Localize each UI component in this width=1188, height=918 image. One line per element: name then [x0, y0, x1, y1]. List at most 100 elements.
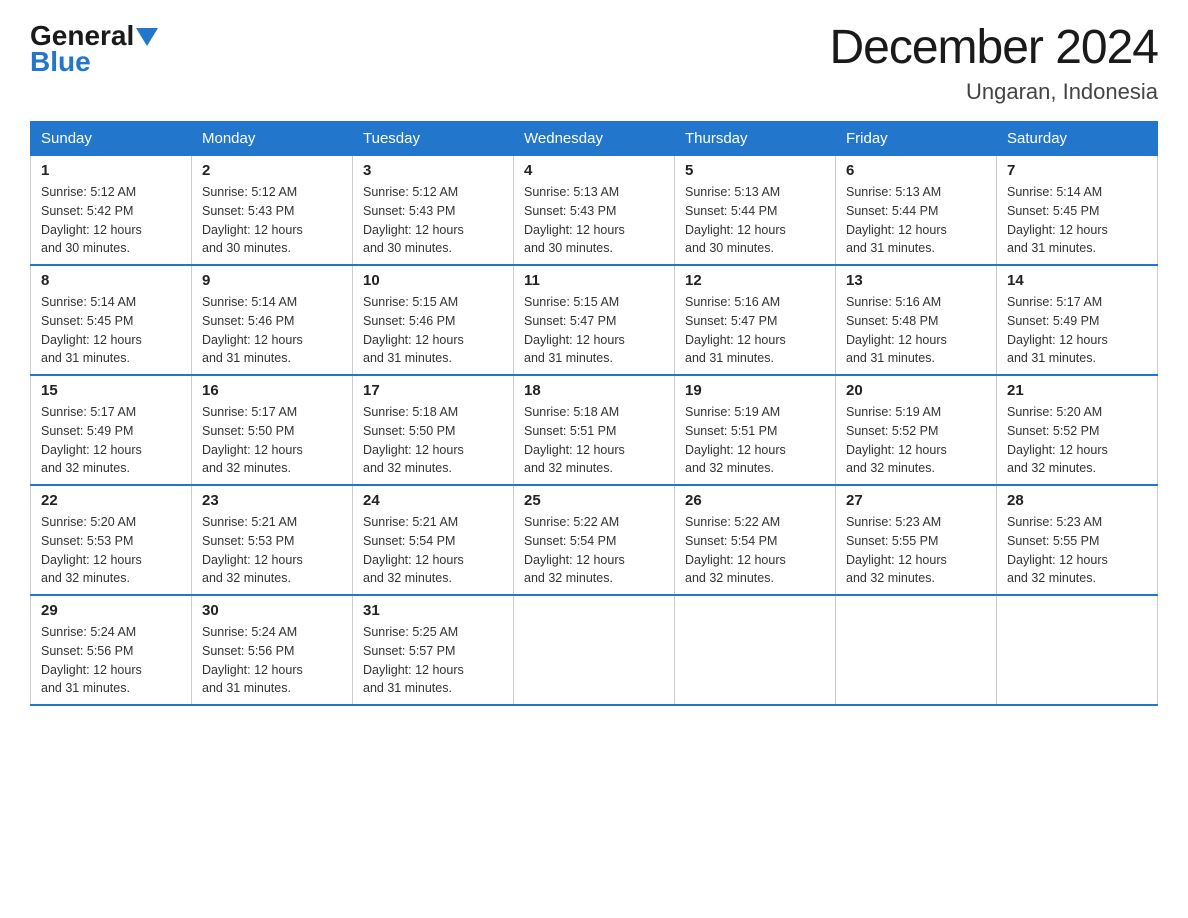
day-info: Sunrise: 5:15 AM Sunset: 5:47 PM Dayligh…	[524, 293, 664, 368]
day-number: 8	[41, 272, 181, 289]
calendar-cell: 3 Sunrise: 5:12 AM Sunset: 5:43 PM Dayli…	[353, 156, 514, 266]
header-row: Sunday Monday Tuesday Wednesday Thursday…	[31, 122, 1158, 156]
logo-arrow-icon	[136, 28, 158, 51]
day-info: Sunrise: 5:12 AM Sunset: 5:43 PM Dayligh…	[202, 183, 342, 258]
calendar-cell: 14 Sunrise: 5:17 AM Sunset: 5:49 PM Dayl…	[997, 265, 1158, 375]
calendar-cell	[675, 595, 836, 705]
calendar-cell: 12 Sunrise: 5:16 AM Sunset: 5:47 PM Dayl…	[675, 265, 836, 375]
day-info: Sunrise: 5:19 AM Sunset: 5:51 PM Dayligh…	[685, 403, 825, 478]
calendar-cell	[997, 595, 1158, 705]
day-number: 7	[1007, 162, 1147, 179]
day-number: 13	[846, 272, 986, 289]
calendar-cell: 6 Sunrise: 5:13 AM Sunset: 5:44 PM Dayli…	[836, 156, 997, 266]
day-info: Sunrise: 5:20 AM Sunset: 5:53 PM Dayligh…	[41, 513, 181, 588]
day-number: 10	[363, 272, 503, 289]
day-info: Sunrise: 5:14 AM Sunset: 5:46 PM Dayligh…	[202, 293, 342, 368]
calendar-table: Sunday Monday Tuesday Wednesday Thursday…	[30, 121, 1158, 706]
calendar-cell: 10 Sunrise: 5:15 AM Sunset: 5:46 PM Dayl…	[353, 265, 514, 375]
day-info: Sunrise: 5:22 AM Sunset: 5:54 PM Dayligh…	[524, 513, 664, 588]
day-number: 28	[1007, 492, 1147, 509]
day-number: 22	[41, 492, 181, 509]
day-number: 17	[363, 382, 503, 399]
calendar-cell: 5 Sunrise: 5:13 AM Sunset: 5:44 PM Dayli…	[675, 156, 836, 266]
col-monday: Monday	[192, 122, 353, 156]
day-info: Sunrise: 5:12 AM Sunset: 5:43 PM Dayligh…	[363, 183, 503, 258]
day-number: 31	[363, 602, 503, 619]
day-info: Sunrise: 5:16 AM Sunset: 5:47 PM Dayligh…	[685, 293, 825, 368]
day-number: 1	[41, 162, 181, 179]
calendar-cell: 15 Sunrise: 5:17 AM Sunset: 5:49 PM Dayl…	[31, 375, 192, 485]
day-number: 3	[363, 162, 503, 179]
day-info: Sunrise: 5:24 AM Sunset: 5:56 PM Dayligh…	[202, 623, 342, 698]
calendar-cell: 23 Sunrise: 5:21 AM Sunset: 5:53 PM Dayl…	[192, 485, 353, 595]
day-number: 4	[524, 162, 664, 179]
col-wednesday: Wednesday	[514, 122, 675, 156]
day-info: Sunrise: 5:12 AM Sunset: 5:42 PM Dayligh…	[41, 183, 181, 258]
calendar-cell: 29 Sunrise: 5:24 AM Sunset: 5:56 PM Dayl…	[31, 595, 192, 705]
day-number: 20	[846, 382, 986, 399]
day-number: 24	[363, 492, 503, 509]
day-info: Sunrise: 5:21 AM Sunset: 5:53 PM Dayligh…	[202, 513, 342, 588]
calendar-week-row: 15 Sunrise: 5:17 AM Sunset: 5:49 PM Dayl…	[31, 375, 1158, 485]
day-info: Sunrise: 5:14 AM Sunset: 5:45 PM Dayligh…	[1007, 183, 1147, 258]
day-info: Sunrise: 5:25 AM Sunset: 5:57 PM Dayligh…	[363, 623, 503, 698]
calendar-header: Sunday Monday Tuesday Wednesday Thursday…	[31, 122, 1158, 156]
calendar-cell: 20 Sunrise: 5:19 AM Sunset: 5:52 PM Dayl…	[836, 375, 997, 485]
calendar-cell: 9 Sunrise: 5:14 AM Sunset: 5:46 PM Dayli…	[192, 265, 353, 375]
logo-blue-text: Blue	[30, 46, 91, 78]
calendar-cell: 27 Sunrise: 5:23 AM Sunset: 5:55 PM Dayl…	[836, 485, 997, 595]
day-info: Sunrise: 5:20 AM Sunset: 5:52 PM Dayligh…	[1007, 403, 1147, 478]
calendar-cell: 16 Sunrise: 5:17 AM Sunset: 5:50 PM Dayl…	[192, 375, 353, 485]
day-info: Sunrise: 5:17 AM Sunset: 5:50 PM Dayligh…	[202, 403, 342, 478]
day-info: Sunrise: 5:13 AM Sunset: 5:44 PM Dayligh…	[846, 183, 986, 258]
col-saturday: Saturday	[997, 122, 1158, 156]
calendar-cell: 1 Sunrise: 5:12 AM Sunset: 5:42 PM Dayli…	[31, 156, 192, 266]
col-tuesday: Tuesday	[353, 122, 514, 156]
day-number: 5	[685, 162, 825, 179]
day-info: Sunrise: 5:14 AM Sunset: 5:45 PM Dayligh…	[41, 293, 181, 368]
day-number: 16	[202, 382, 342, 399]
calendar-body: 1 Sunrise: 5:12 AM Sunset: 5:42 PM Dayli…	[31, 156, 1158, 706]
location-subtitle: Ungaran, Indonesia	[829, 79, 1158, 105]
day-number: 18	[524, 382, 664, 399]
day-info: Sunrise: 5:19 AM Sunset: 5:52 PM Dayligh…	[846, 403, 986, 478]
day-info: Sunrise: 5:24 AM Sunset: 5:56 PM Dayligh…	[41, 623, 181, 698]
col-friday: Friday	[836, 122, 997, 156]
calendar-cell: 2 Sunrise: 5:12 AM Sunset: 5:43 PM Dayli…	[192, 156, 353, 266]
day-info: Sunrise: 5:22 AM Sunset: 5:54 PM Dayligh…	[685, 513, 825, 588]
calendar-cell: 11 Sunrise: 5:15 AM Sunset: 5:47 PM Dayl…	[514, 265, 675, 375]
calendar-cell: 26 Sunrise: 5:22 AM Sunset: 5:54 PM Dayl…	[675, 485, 836, 595]
day-number: 30	[202, 602, 342, 619]
day-number: 25	[524, 492, 664, 509]
day-number: 29	[41, 602, 181, 619]
day-number: 19	[685, 382, 825, 399]
calendar-cell: 25 Sunrise: 5:22 AM Sunset: 5:54 PM Dayl…	[514, 485, 675, 595]
month-title: December 2024	[829, 20, 1158, 75]
calendar-cell: 24 Sunrise: 5:21 AM Sunset: 5:54 PM Dayl…	[353, 485, 514, 595]
calendar-cell	[836, 595, 997, 705]
title-area: December 2024 Ungaran, Indonesia	[829, 20, 1158, 105]
day-info: Sunrise: 5:18 AM Sunset: 5:51 PM Dayligh…	[524, 403, 664, 478]
day-info: Sunrise: 5:17 AM Sunset: 5:49 PM Dayligh…	[41, 403, 181, 478]
calendar-week-row: 8 Sunrise: 5:14 AM Sunset: 5:45 PM Dayli…	[31, 265, 1158, 375]
day-info: Sunrise: 5:23 AM Sunset: 5:55 PM Dayligh…	[846, 513, 986, 588]
page-header: General Blue December 2024 Ungaran, Indo…	[30, 20, 1158, 105]
calendar-cell: 30 Sunrise: 5:24 AM Sunset: 5:56 PM Dayl…	[192, 595, 353, 705]
day-number: 6	[846, 162, 986, 179]
day-info: Sunrise: 5:23 AM Sunset: 5:55 PM Dayligh…	[1007, 513, 1147, 588]
calendar-week-row: 22 Sunrise: 5:20 AM Sunset: 5:53 PM Dayl…	[31, 485, 1158, 595]
day-number: 27	[846, 492, 986, 509]
calendar-cell: 13 Sunrise: 5:16 AM Sunset: 5:48 PM Dayl…	[836, 265, 997, 375]
calendar-cell: 8 Sunrise: 5:14 AM Sunset: 5:45 PM Dayli…	[31, 265, 192, 375]
calendar-cell: 7 Sunrise: 5:14 AM Sunset: 5:45 PM Dayli…	[997, 156, 1158, 266]
calendar-week-row: 1 Sunrise: 5:12 AM Sunset: 5:42 PM Dayli…	[31, 156, 1158, 266]
calendar-cell: 22 Sunrise: 5:20 AM Sunset: 5:53 PM Dayl…	[31, 485, 192, 595]
day-info: Sunrise: 5:21 AM Sunset: 5:54 PM Dayligh…	[363, 513, 503, 588]
day-number: 15	[41, 382, 181, 399]
day-number: 26	[685, 492, 825, 509]
calendar-cell: 18 Sunrise: 5:18 AM Sunset: 5:51 PM Dayl…	[514, 375, 675, 485]
day-number: 14	[1007, 272, 1147, 289]
logo: General Blue	[30, 20, 158, 78]
day-number: 23	[202, 492, 342, 509]
day-info: Sunrise: 5:18 AM Sunset: 5:50 PM Dayligh…	[363, 403, 503, 478]
